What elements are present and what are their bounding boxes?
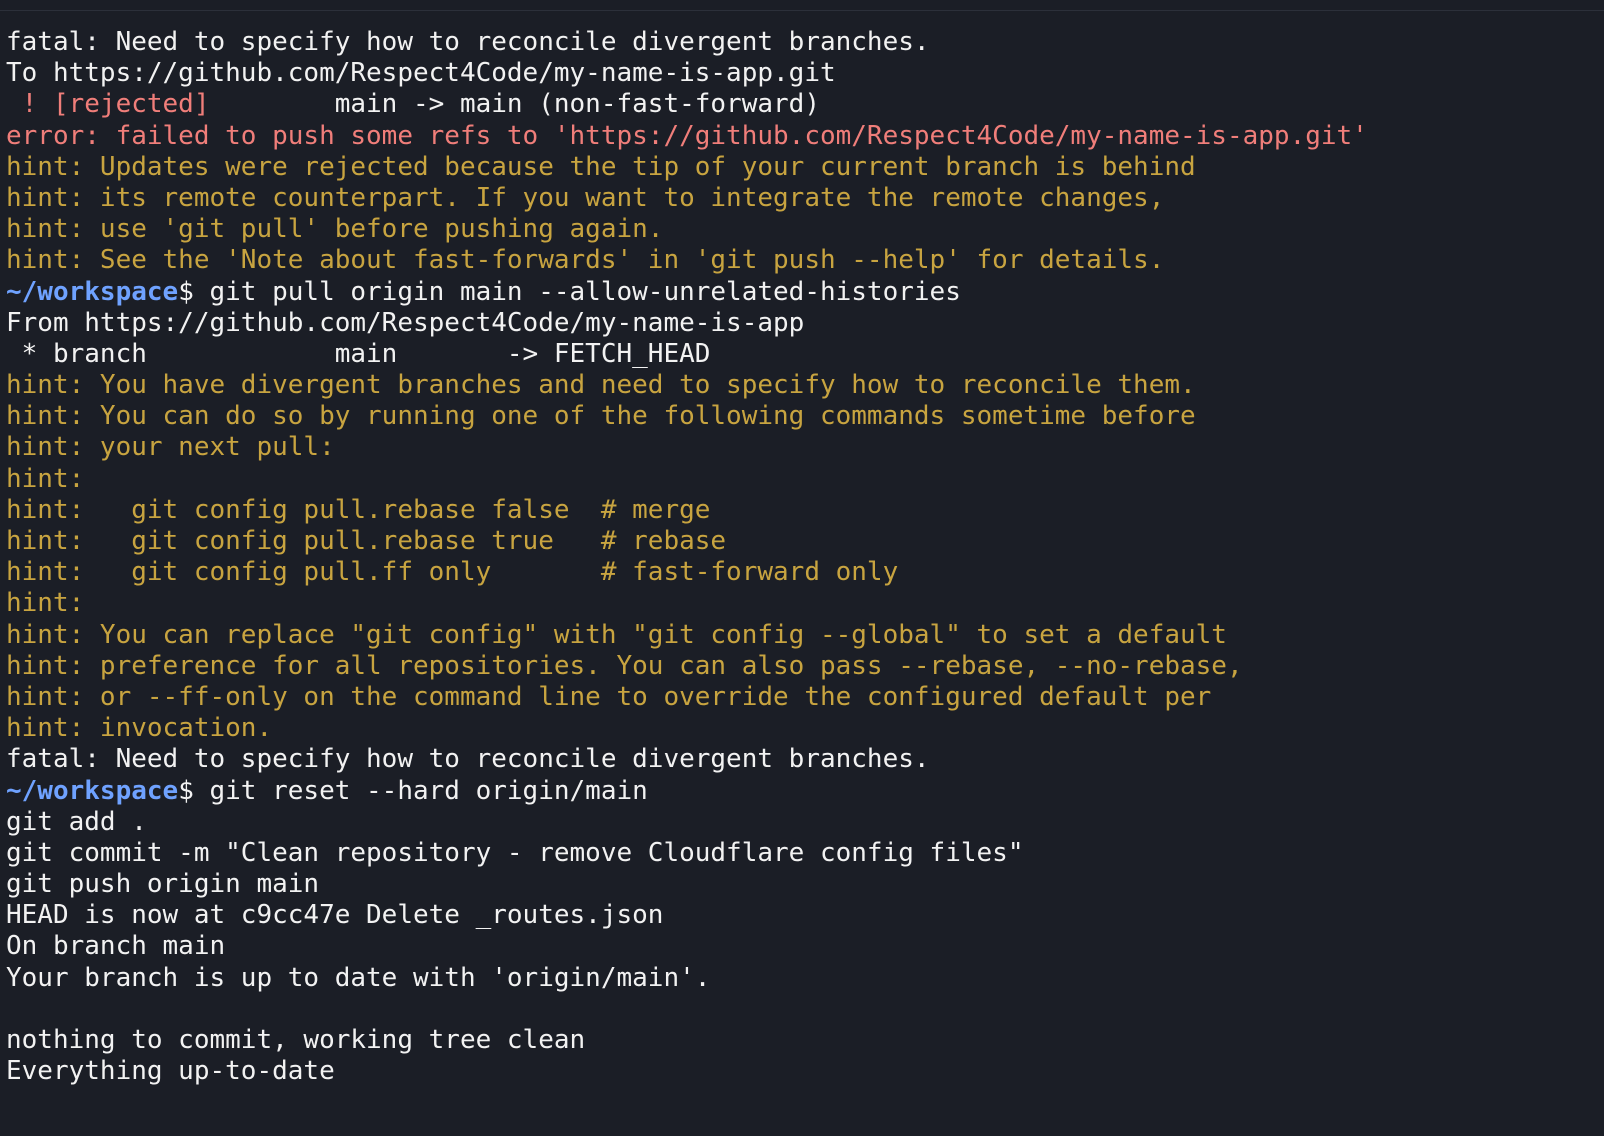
hint-text: hint: git config pull.rebase true # reba…	[6, 526, 727, 556]
terminal-line: Your branch is up to date with 'origin/m…	[6, 963, 1368, 994]
terminal-top-border	[0, 0, 1604, 11]
terminal-line: hint: your next pull:	[6, 432, 1368, 463]
terminal-line: From https://github.com/Respect4Code/my-…	[6, 308, 1368, 339]
terminal-line: hint: git config pull.rebase true # reba…	[6, 526, 1368, 557]
prompt-path: ~/workspace	[6, 276, 179, 307]
terminal-line: hint:	[6, 588, 1368, 619]
line-text: git push origin main	[6, 869, 320, 900]
hint-text: hint: or --ff-only on the command line t…	[6, 681, 1212, 712]
hint-text: hint: its remote counterpart. If you wan…	[6, 182, 1165, 213]
terminal-line: hint: You can do so by running one of th…	[6, 401, 1368, 432]
terminal-line: git add .	[6, 807, 1368, 838]
terminal-line: On branch main	[6, 931, 1368, 962]
terminal-line: hint: or --ff-only on the command line t…	[6, 682, 1368, 713]
hint-text: hint: preference for all repositories. Y…	[6, 650, 1243, 681]
hint-text: hint: use 'git pull' before pushing agai…	[6, 214, 664, 245]
hint-text: hint: Updates were rejected because the …	[6, 151, 1196, 182]
terminal-line: hint: use 'git pull' before pushing agai…	[6, 214, 1368, 245]
command-text: $ git reset --hard origin/main	[178, 775, 648, 806]
line-text: HEAD is now at c9cc47e Delete _routes.js…	[6, 900, 664, 931]
terminal-line: hint: git config pull.ff only # fast-for…	[6, 557, 1368, 588]
terminal-line: HEAD is now at c9cc47e Delete _routes.js…	[6, 900, 1368, 931]
terminal-line: hint: You have divergent branches and ne…	[6, 370, 1368, 401]
terminal-line: hint: preference for all repositories. Y…	[6, 651, 1368, 682]
terminal-line: hint: You can replace "git config" with …	[6, 620, 1368, 651]
terminal-line: git push origin main	[6, 869, 1368, 900]
terminal-line: hint: invocation.	[6, 713, 1368, 744]
terminal-line: hint: Updates were rejected because the …	[6, 152, 1368, 183]
line-text: git commit -m "Clean repository - remove…	[6, 837, 1024, 868]
hint-text: hint:	[6, 463, 85, 494]
terminal-output[interactable]: fatal: Need to specify how to reconcile …	[6, 27, 1368, 1087]
hint-text: hint: git config pull.rebase false # mer…	[6, 494, 711, 525]
terminal-line: hint: its remote counterpart. If you wan…	[6, 183, 1368, 214]
terminal-line: Everything up-to-date	[6, 1056, 1368, 1087]
hint-text: hint: invocation.	[6, 713, 273, 744]
line-text: fatal: Need to specify how to reconcile …	[6, 27, 930, 57]
terminal-line: * branch main -> FETCH_HEAD	[6, 339, 1368, 370]
terminal-line: fatal: Need to specify how to reconcile …	[6, 744, 1368, 775]
hint-text: hint: You have divergent branches and ne…	[6, 370, 1196, 401]
terminal-line: hint: See the 'Note about fast-forwards'…	[6, 245, 1368, 276]
hint-text: hint: your next pull:	[6, 432, 335, 463]
line-text: Everything up-to-date	[6, 1056, 335, 1087]
terminal-line: nothing to commit, working tree clean	[6, 1025, 1368, 1056]
rejected-label: ! [rejected]	[6, 89, 210, 120]
terminal-line: fatal: Need to specify how to reconcile …	[6, 27, 1368, 58]
line-text: main -> main (non-fast-forward)	[209, 89, 820, 120]
hint-text: hint: You can replace "git config" with …	[6, 619, 1227, 650]
command-text: $ git pull origin main --allow-unrelated…	[178, 276, 961, 307]
hint-text: hint: git config pull.ff only # fast-for…	[6, 557, 899, 588]
error-text: error: failed to push some refs to 'http…	[6, 120, 1368, 151]
terminal-line: ~/workspace$ git pull origin main --allo…	[6, 277, 1368, 308]
line-text: git add .	[6, 806, 147, 837]
terminal-line: error: failed to push some refs to 'http…	[6, 121, 1368, 152]
prompt-path: ~/workspace	[6, 775, 179, 806]
line-text: From https://github.com/Respect4Code/my-…	[6, 307, 805, 338]
line-text: fatal: Need to specify how to reconcile …	[6, 744, 930, 775]
hint-text: hint: You can do so by running one of th…	[6, 401, 1196, 432]
line-text: nothing to commit, working tree clean	[6, 1025, 586, 1055]
hint-text: hint:	[6, 588, 85, 619]
terminal-line: hint: git config pull.rebase false # mer…	[6, 495, 1368, 526]
line-text: Your branch is up to date with 'origin/m…	[6, 962, 711, 993]
hint-text: hint: See the 'Note about fast-forwards'…	[6, 245, 1165, 276]
terminal-line: To https://github.com/Respect4Code/my-na…	[6, 58, 1368, 89]
line-text: * branch main -> FETCH_HEAD	[6, 338, 711, 369]
terminal-line: git commit -m "Clean repository - remove…	[6, 838, 1368, 869]
terminal-line: hint:	[6, 464, 1368, 495]
line-text: To https://github.com/Respect4Code/my-na…	[6, 58, 836, 89]
terminal-line: ! [rejected] main -> main (non-fast-forw…	[6, 89, 1368, 120]
line-text: On branch main	[6, 931, 226, 962]
terminal-line: ~/workspace$ git reset --hard origin/mai…	[6, 776, 1368, 807]
